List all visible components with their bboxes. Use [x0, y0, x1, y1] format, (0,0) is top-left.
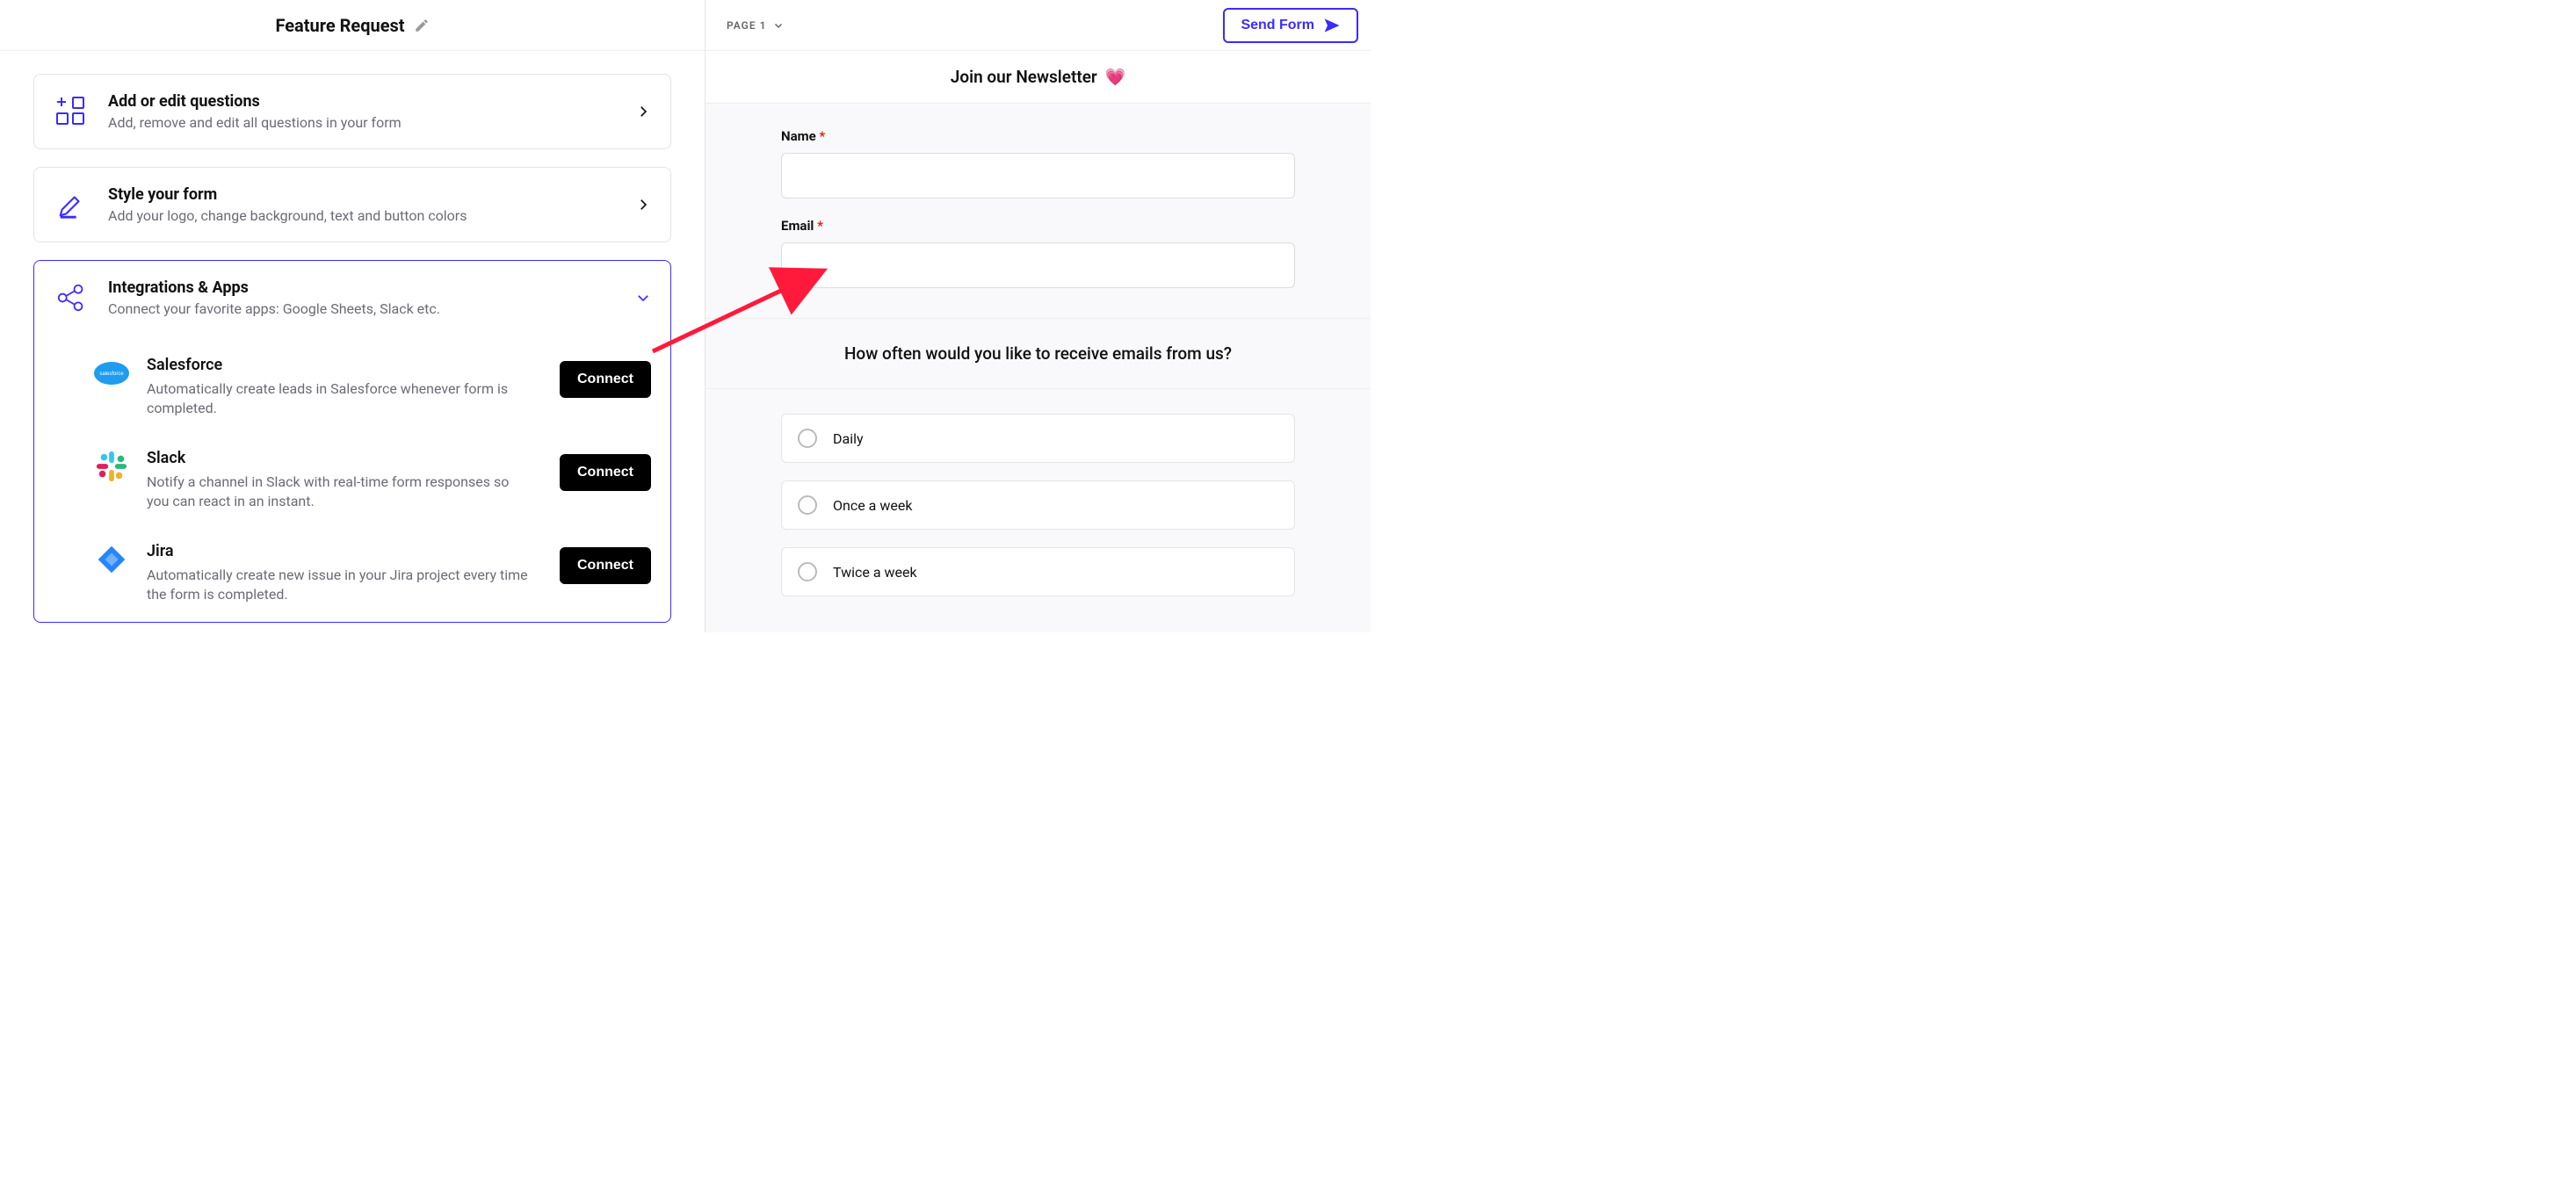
- card-style-form[interactable]: Style your form Add your logo, change ba…: [33, 167, 671, 242]
- editor-header: Feature Request: [0, 0, 705, 51]
- option-once-week[interactable]: Once a week: [781, 480, 1295, 530]
- send-label: Send Form: [1241, 18, 1314, 33]
- integration-name: Slack: [147, 449, 532, 467]
- integration-name: Salesforce: [147, 356, 532, 374]
- integration-desc: Automatically create leads in Salesforce…: [147, 379, 532, 419]
- integration-jira: Jira Automatically create new issue in y…: [94, 542, 651, 605]
- chevron-right-icon: [635, 104, 651, 119]
- name-label: Name *: [781, 128, 1295, 144]
- required-mark: *: [819, 128, 825, 144]
- radio-icon: [798, 562, 817, 581]
- chevron-right-icon: [635, 197, 651, 213]
- email-label: Email *: [781, 218, 1295, 234]
- card-sub: Add, remove and edit all questions in yo…: [108, 114, 616, 131]
- grid-plus-icon: [54, 94, 89, 129]
- card-title: Style your form: [108, 185, 616, 204]
- name-input[interactable]: [781, 153, 1295, 199]
- preview-panel: PAGE 1 Send Form Join our Newsletter 💗 N…: [706, 0, 1371, 632]
- chevron-down-icon: [635, 290, 651, 306]
- heart-emoji: 💗: [1105, 67, 1126, 87]
- integration-slack: Slack Notify a channel in Slack with rea…: [94, 449, 651, 512]
- question-text: How often would you like to receive emai…: [706, 319, 1371, 389]
- integration-name: Jira: [147, 542, 532, 560]
- form-title: Join our Newsletter: [951, 67, 1097, 87]
- card-title: Add or edit questions: [108, 92, 616, 111]
- page-label: PAGE 1: [727, 19, 766, 32]
- card-title: Integrations & Apps: [108, 278, 616, 297]
- required-mark: *: [817, 218, 823, 234]
- card-add-questions[interactable]: Add or edit questions Add, remove and ed…: [33, 74, 671, 149]
- pencil-icon[interactable]: [414, 18, 430, 33]
- card-sub: Add your logo, change background, text a…: [108, 207, 616, 224]
- card-integrations: Integrations & Apps Connect your favorit…: [33, 260, 671, 623]
- editor-panel: Feature Request Add or edit questions Ad…: [0, 0, 706, 632]
- send-icon: [1323, 17, 1341, 34]
- connect-button[interactable]: Connect: [560, 454, 651, 491]
- connect-button[interactable]: Connect: [560, 547, 651, 584]
- salesforce-icon: salesforce: [94, 356, 129, 391]
- page-selector[interactable]: PAGE 1: [727, 19, 784, 32]
- integration-salesforce: salesforce Salesforce Automatically crea…: [94, 356, 651, 419]
- option-daily[interactable]: Daily: [781, 414, 1295, 463]
- form-name: Feature Request: [275, 15, 404, 36]
- integration-desc: Notify a channel in Slack with real-time…: [147, 473, 532, 512]
- card-integrations-header[interactable]: Integrations & Apps Connect your favorit…: [54, 278, 651, 317]
- integration-desc: Automatically create new issue in your J…: [147, 566, 532, 605]
- option-label: Twice a week: [833, 564, 917, 581]
- option-label: Once a week: [833, 497, 912, 514]
- jira-icon: [94, 542, 129, 577]
- share-icon: [54, 280, 89, 315]
- option-label: Daily: [833, 430, 864, 447]
- svg-text:salesforce: salesforce: [99, 372, 124, 377]
- send-form-button[interactable]: Send Form: [1223, 8, 1358, 43]
- option-twice-week[interactable]: Twice a week: [781, 547, 1295, 596]
- chevron-down-icon: [773, 20, 784, 31]
- style-icon: [54, 187, 89, 222]
- form-title-row: Join our Newsletter 💗: [706, 51, 1371, 104]
- radio-icon: [798, 429, 817, 448]
- email-input[interactable]: [781, 242, 1295, 288]
- radio-icon: [798, 495, 817, 515]
- slack-icon: [94, 449, 129, 484]
- connect-button[interactable]: Connect: [560, 361, 651, 398]
- card-sub: Connect your favorite apps: Google Sheet…: [108, 300, 616, 317]
